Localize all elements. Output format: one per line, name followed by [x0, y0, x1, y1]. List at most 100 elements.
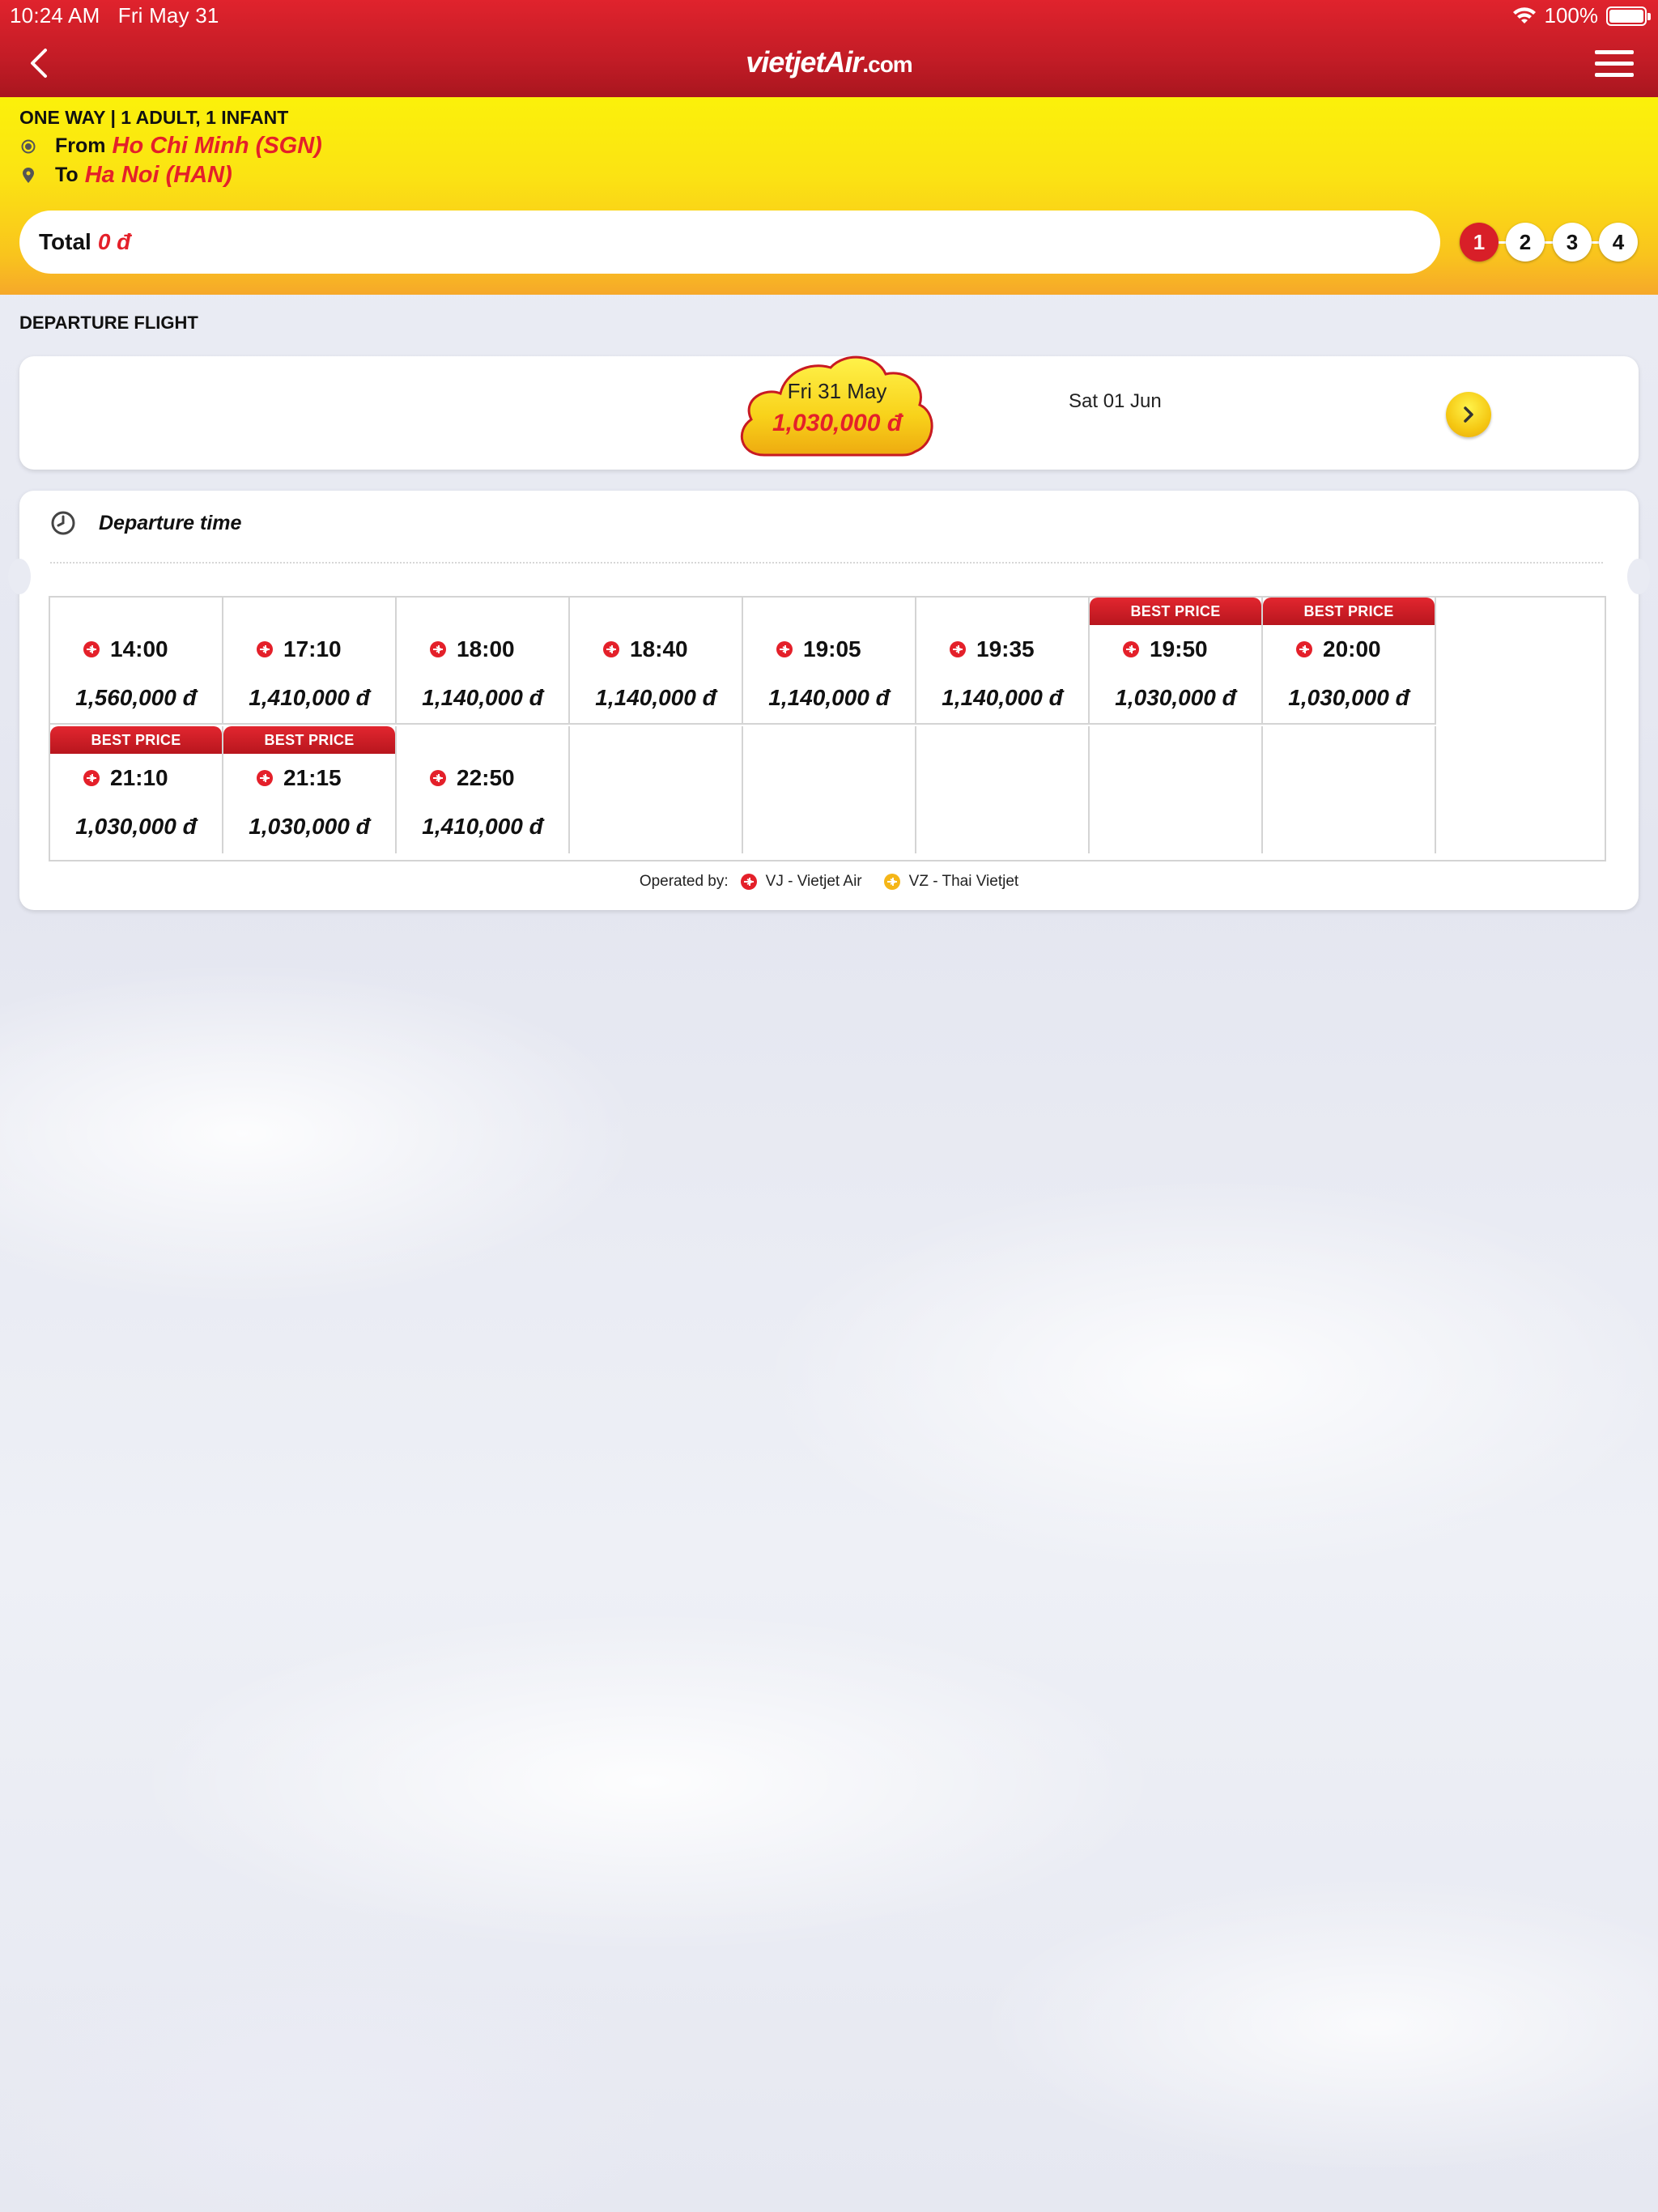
map-pin-icon — [19, 167, 37, 185]
flight-time-value: 22:50 — [457, 765, 515, 790]
flight-option[interactable]: 19:35 1,140,000 đ — [916, 598, 1090, 725]
flight-time: 19:35 — [949, 636, 1035, 662]
operated-by-legend: Operated by: VJ - Vietjet Air VZ - Thai … — [19, 873, 1639, 891]
flight-price: 1,140,000 đ — [595, 685, 716, 710]
top-bar: 10:24 AM Fri May 31 100% vietjetAir.com — [0, 0, 1658, 97]
trip-type: ONE WAY | 1 ADULT, 1 INFANT — [19, 107, 289, 128]
from-label: From — [55, 134, 106, 157]
flight-price: 1,560,000 đ — [75, 685, 197, 710]
flight-time: 21:15 — [256, 765, 342, 791]
flight-time: 20:00 — [1295, 636, 1381, 662]
flight-option[interactable]: 14:00 1,560,000 đ — [50, 598, 223, 725]
flight-time: 18:00 — [429, 636, 515, 662]
flight-option[interactable]: BEST PRICE 20:00 1,030,000 đ — [1263, 598, 1436, 725]
plane-icon — [257, 770, 273, 786]
selected-date: Fri 31 May — [787, 379, 887, 403]
flight-price: 1,410,000 đ — [249, 685, 370, 710]
total-value: 0 đ — [97, 229, 131, 254]
flight-option[interactable]: 19:05 1,140,000 đ — [743, 598, 916, 725]
route-from: From Ho Chi Minh (SGN) — [19, 133, 322, 160]
vietjet-plane-icon — [740, 874, 757, 890]
route-to: To Ha Noi (HAN) — [19, 162, 232, 189]
plane-icon — [257, 641, 273, 657]
plane-icon — [430, 641, 446, 657]
flight-time-value: 18:00 — [457, 636, 515, 661]
plane-icon — [1123, 641, 1139, 657]
flight-time-value: 20:00 — [1323, 636, 1381, 661]
plane-icon — [776, 641, 793, 657]
booking-steps: 1 2 3 4 — [1460, 223, 1638, 262]
flight-time: 17:10 — [256, 636, 342, 662]
flight-price: 1,030,000 đ — [249, 814, 370, 839]
plane-icon — [83, 641, 100, 657]
ticket-notch-left — [8, 559, 31, 594]
step-3: 3 — [1553, 223, 1592, 262]
flight-time-value: 19:50 — [1150, 636, 1208, 661]
best-price-badge: BEST PRICE — [223, 726, 395, 754]
flight-time-value: 19:05 — [803, 636, 861, 661]
flight-time: 19:05 — [776, 636, 861, 662]
flight-price: 1,140,000 đ — [768, 685, 890, 710]
flight-time-value: 19:35 — [976, 636, 1035, 661]
status-bar-right: 100% — [1512, 3, 1651, 28]
booking-summary: ONE WAY | 1 ADULT, 1 INFANT From Ho Chi … — [0, 97, 1658, 295]
status-bar-time: 10:24 AM Fri May 31 — [10, 3, 219, 28]
to-label: To — [55, 164, 79, 186]
next-date[interactable]: Sat 01 Jun — [1069, 390, 1162, 413]
empty-cell — [743, 726, 916, 853]
flight-time-value: 14:00 — [110, 636, 168, 661]
status-time: 10:24 AM — [10, 3, 100, 28]
flight-price: 1,140,000 đ — [422, 685, 543, 710]
hamburger-icon — [1595, 50, 1634, 54]
flight-time-value: 17:10 — [283, 636, 342, 661]
plane-icon — [603, 641, 619, 657]
flight-time-value: 21:10 — [110, 765, 168, 790]
chevron-right-icon — [1464, 406, 1473, 423]
best-price-badge: BEST PRICE — [1090, 598, 1261, 625]
clock-icon — [51, 511, 75, 535]
operator-vj: VJ - Vietjet Air — [740, 873, 862, 891]
plane-icon — [83, 770, 100, 786]
date-selector: Fri 31 May 1,030,000 đ Sat 01 Jun — [19, 355, 1639, 470]
flight-time: 18:40 — [602, 636, 688, 662]
vietjet-logo: vietjetAir.com — [0, 45, 1658, 79]
menu-button[interactable] — [1595, 50, 1634, 79]
flight-option[interactable]: 22:50 1,410,000 đ — [397, 726, 570, 853]
flight-price: 1,140,000 đ — [942, 685, 1063, 710]
section-title: DEPARTURE FLIGHT — [19, 313, 198, 333]
best-price-badge: BEST PRICE — [1263, 598, 1435, 625]
logo-domain: .com — [862, 52, 912, 77]
empty-cell — [570, 726, 743, 853]
flight-price: 1,030,000 đ — [1115, 685, 1236, 710]
flight-option[interactable]: BEST PRICE 21:15 1,030,000 đ — [223, 726, 397, 853]
empty-cell — [1090, 726, 1263, 853]
step-4: 4 — [1599, 223, 1638, 262]
battery-icon — [1606, 6, 1651, 26]
flight-option[interactable]: BEST PRICE 19:50 1,030,000 đ — [1090, 598, 1263, 725]
flight-time: 14:00 — [83, 636, 168, 662]
thai-vietjet-plane-icon — [883, 874, 900, 890]
flight-option[interactable]: 18:00 1,140,000 đ — [397, 598, 570, 725]
flight-time-value: 18:40 — [630, 636, 688, 661]
wifi-icon — [1512, 6, 1536, 23]
plane-icon — [950, 641, 966, 657]
flight-option[interactable]: 18:40 1,140,000 đ — [570, 598, 743, 725]
next-date-button[interactable] — [1446, 392, 1491, 437]
empty-cell — [1263, 726, 1436, 853]
departure-time-label: Departure time — [99, 511, 242, 534]
operated-by-label: Operated by: — [639, 873, 729, 890]
selected-date-cloud[interactable]: Fri 31 May 1,030,000 đ — [732, 340, 942, 462]
flight-time-value: 21:15 — [283, 765, 342, 790]
flight-price: 1,030,000 đ — [1288, 685, 1409, 710]
origin-dot-icon — [19, 138, 37, 155]
flight-option[interactable]: BEST PRICE 21:10 1,030,000 đ — [50, 726, 223, 853]
operator-vz-label: VZ - Thai Vietjet — [908, 873, 1019, 890]
flight-time: 19:50 — [1122, 636, 1208, 662]
flight-price: 1,410,000 đ — [422, 814, 543, 839]
flight-option[interactable]: 17:10 1,410,000 đ — [223, 598, 397, 725]
selected-date-price: 1,030,000 đ — [772, 410, 903, 436]
battery-percent: 100% — [1544, 3, 1599, 28]
flights-card: Departure time 14:00 1,560,000 đ 17:10 1,41… — [8, 491, 1650, 910]
operator-vz: VZ - Thai Vietjet — [883, 873, 1019, 891]
total-price-box: Total 0 đ — [19, 211, 1440, 274]
